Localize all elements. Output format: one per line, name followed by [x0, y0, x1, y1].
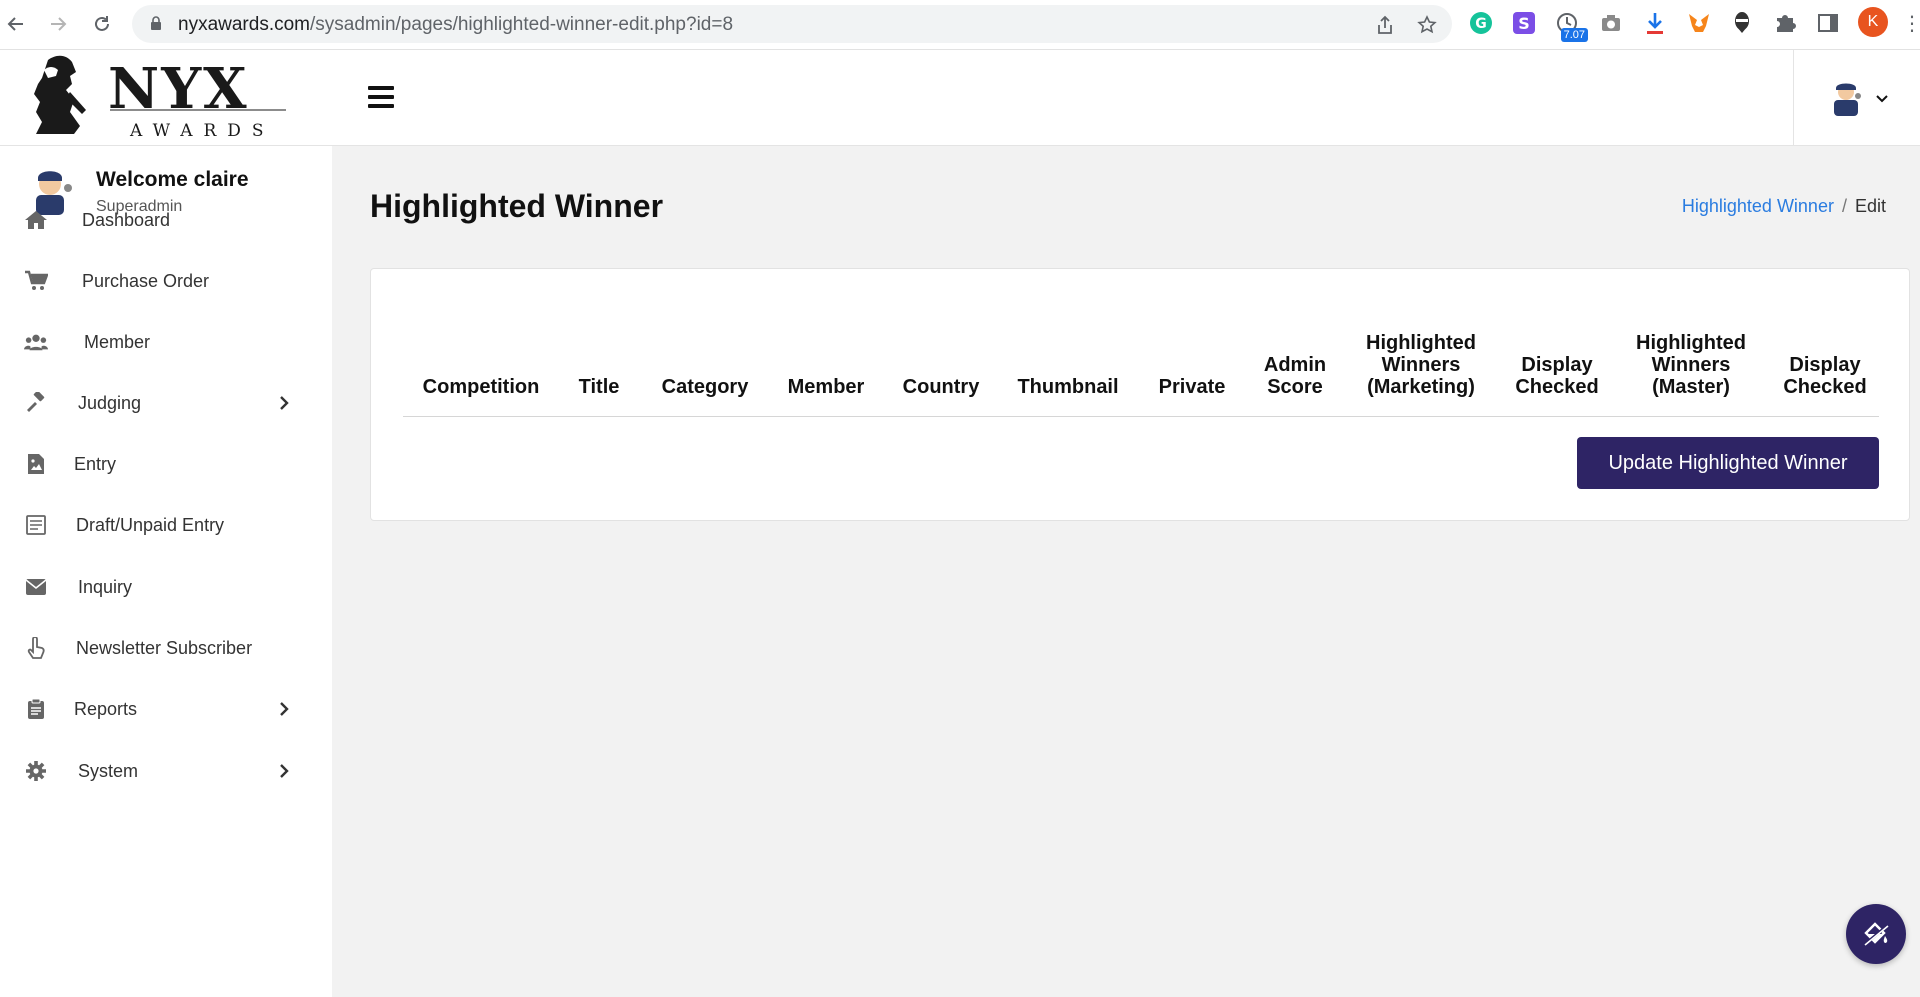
puzzle-extensions-icon[interactable] [1770, 8, 1800, 38]
column-header-member: Member [787, 376, 865, 398]
share-icon[interactable] [1374, 14, 1396, 36]
column-header-country: Country [902, 376, 980, 398]
address-bar[interactable]: nyxawards.com/sysadmin/pages/highlighted… [132, 5, 1452, 43]
sidebar-item-inquiry[interactable]: Inquiry [0, 562, 332, 612]
nyx-awards-logo[interactable]: NYX AWARDS [26, 52, 294, 144]
column-header-display-checked-marketing: Display Checked [1515, 354, 1599, 398]
breadcrumb-link[interactable]: Highlighted Winner [1682, 196, 1834, 216]
update-highlighted-winner-button[interactable]: Update Highlighted Winner [1577, 437, 1879, 489]
column-header-display-checked-master: Display Checked [1783, 354, 1867, 398]
envelope-icon [24, 575, 48, 599]
sidebar-item-label: Draft/Unpaid Entry [76, 514, 225, 535]
profile-avatar-icon[interactable]: K [1858, 7, 1888, 37]
sidebar-item-label: System [78, 760, 139, 781]
sidebar-item-label: Member [84, 331, 151, 352]
sidebar: Welcome claire Superadmin Dashboard Purc… [0, 146, 332, 997]
sidebar-item-newsletter-subscriber[interactable]: Newsletter Subscriber [0, 623, 332, 673]
metamask-fox-icon[interactable] [1684, 8, 1714, 38]
hand-pointer-icon [24, 636, 48, 660]
svg-text:G: G [1475, 16, 1487, 32]
sidebar-item-member[interactable]: Member [0, 317, 332, 367]
back-icon[interactable] [0, 8, 32, 40]
grammarly-extension-icon[interactable]: G [1466, 8, 1496, 38]
column-header-competition: Competition [422, 376, 540, 398]
paint-bucket-fab[interactable] [1846, 904, 1906, 964]
column-header-highlighted-winners-master: Highlighted Winners (Master) [1636, 332, 1746, 398]
sidebar-item-system[interactable]: System [0, 746, 332, 796]
chevron-right-icon [280, 764, 289, 778]
bookmark-star-icon[interactable] [1416, 14, 1438, 36]
svg-text:S: S [1518, 14, 1530, 33]
breadcrumb-current: Edit [1854, 196, 1886, 216]
paint-bucket-icon [1863, 922, 1889, 947]
column-header-thumbnail: Thumbnail [1017, 376, 1119, 398]
file-image-icon [24, 452, 48, 476]
url-text: nyxawards.com/sysadmin/pages/highlighted… [178, 14, 734, 35]
sidebar-item-label: Newsletter Subscriber [76, 637, 253, 658]
column-header-title: Title [578, 376, 620, 398]
page-title: Highlighted Winner [370, 188, 664, 224]
welcome-name: Welcome claire [96, 168, 249, 191]
sidebar-item-label: Dashboard [82, 209, 171, 230]
breadcrumb: Highlighted Winner / Edit [1682, 196, 1886, 217]
svg-text:NYX: NYX [108, 56, 249, 122]
gavel-icon [24, 391, 48, 415]
column-header-highlighted-winners-marketing: Highlighted Winners (Marketing) [1366, 332, 1476, 398]
camera-extension-icon[interactable] [1596, 8, 1626, 38]
user-avatar-icon [1834, 83, 1861, 116]
breadcrumb-separator: / [1841, 196, 1847, 216]
home-icon [24, 208, 48, 232]
sidebar-item-entry[interactable]: Entry [0, 439, 332, 489]
sidebar-item-label: Reports [74, 698, 138, 719]
mask-extension-icon[interactable] [1727, 8, 1757, 38]
lock-icon [151, 16, 161, 30]
browser-toolbar: nyxawards.com/sysadmin/pages/highlighted… [0, 0, 1920, 50]
gear-icon [24, 759, 48, 783]
side-panel-icon[interactable] [1813, 8, 1843, 38]
svg-text:AWARDS: AWARDS [129, 121, 275, 141]
table-header-row: Competition Title Category Member Countr… [403, 321, 1879, 417]
cart-icon [24, 269, 48, 293]
kebab-menu-icon[interactable]: ⋮ [1902, 8, 1920, 38]
chevron-right-icon [280, 702, 289, 716]
sidebar-item-label: Inquiry [78, 576, 133, 597]
clipboard-icon [24, 697, 48, 721]
sidebar-item-dashboard[interactable]: Dashboard [0, 195, 332, 245]
file-list-icon [24, 513, 48, 537]
sidebar-item-judging[interactable]: Judging [0, 378, 332, 428]
user-menu[interactable] [1793, 50, 1920, 146]
hamburger-menu-icon[interactable] [368, 86, 394, 108]
column-header-admin-score: Admin Score [1263, 354, 1327, 398]
sidebar-item-label: Purchase Order [82, 270, 210, 291]
download-extension-icon[interactable] [1640, 8, 1670, 38]
chevron-down-icon [1876, 95, 1888, 103]
sidebar-item-reports[interactable]: Reports [0, 684, 332, 734]
highlighted-winner-card: Competition Title Category Member Countr… [370, 268, 1910, 521]
s-extension-icon[interactable]: S [1509, 8, 1539, 38]
app-header: NYX AWARDS [0, 50, 1920, 146]
timer-extension-icon[interactable]: 7.07 [1552, 8, 1588, 42]
users-icon [24, 330, 48, 354]
sidebar-item-draft-unpaid-entry[interactable]: Draft/Unpaid Entry [0, 500, 332, 550]
sidebar-item-purchase-order[interactable]: Purchase Order [0, 256, 332, 306]
column-header-private: Private [1158, 376, 1226, 398]
reload-icon[interactable] [86, 8, 118, 40]
column-header-category: Category [661, 376, 749, 398]
sidebar-item-label: Entry [74, 453, 117, 474]
forward-icon[interactable] [42, 8, 74, 40]
sidebar-item-label: Judging [78, 392, 142, 413]
chevron-right-icon [280, 396, 289, 410]
